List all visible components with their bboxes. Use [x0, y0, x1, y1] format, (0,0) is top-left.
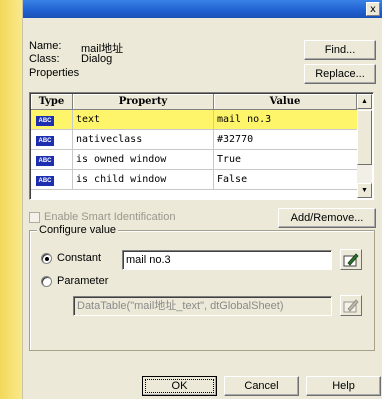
- table-body: ABC text mail no.3 ABC nativeclass #3277…: [31, 110, 357, 190]
- type-cell: ABC: [31, 150, 73, 169]
- parameter-radio[interactable]: [41, 276, 52, 287]
- properties-label: Properties: [29, 67, 80, 79]
- cancel-button-label: Cancel: [244, 380, 279, 392]
- ok-button-label: OK: [171, 380, 188, 392]
- configure-value-legend: Configure value: [37, 224, 119, 236]
- class-label: Class:: [29, 53, 60, 65]
- parameter-label: Parameter: [57, 275, 109, 287]
- constant-edit-button[interactable]: [340, 249, 362, 270]
- properties-table[interactable]: Type Property Value ABC text mail no.3 A…: [29, 92, 374, 200]
- string-type-icon: ABC: [36, 136, 54, 146]
- ok-button[interactable]: OK: [142, 376, 217, 396]
- table-scrollbar[interactable]: ▲ ▼: [357, 94, 372, 198]
- string-type-icon: ABC: [36, 116, 54, 126]
- value-cell: #32770: [217, 134, 254, 145]
- object-properties-dialog: x Name: mail地址 Class: Dialog Properties …: [22, 0, 382, 399]
- column-header-property[interactable]: Property: [73, 94, 214, 110]
- value-cell: mail no.3: [217, 114, 272, 125]
- column-header-type[interactable]: Type: [31, 94, 73, 110]
- table-row[interactable]: ABC text mail no.3: [31, 110, 357, 130]
- help-button[interactable]: Help: [306, 376, 381, 396]
- find-button-label: Find...: [324, 44, 356, 56]
- value-cell: False: [217, 174, 248, 185]
- cancel-button[interactable]: Cancel: [224, 376, 299, 396]
- property-cell: nativeclass: [73, 130, 214, 149]
- scroll-thumb[interactable]: [357, 110, 372, 165]
- type-cell: ABC: [31, 170, 73, 189]
- type-cell: ABC: [31, 110, 73, 129]
- string-type-icon: ABC: [36, 156, 54, 166]
- name-label: Name:: [29, 40, 62, 52]
- parameter-value-input: DataTable("mail地址_text", dtGlobalSheet): [73, 296, 332, 316]
- constant-radio[interactable]: [41, 253, 52, 264]
- scroll-up-arrow-icon[interactable]: ▲: [357, 94, 372, 109]
- background-slide-stripe: [0, 0, 22, 399]
- radio-selected-dot-icon: [45, 257, 49, 261]
- table-header: Type Property Value: [31, 94, 357, 110]
- table-row[interactable]: ABC is child window False: [31, 170, 357, 190]
- property-cell: is child window: [73, 170, 214, 189]
- table-row[interactable]: ABC nativeclass #32770: [31, 130, 357, 150]
- edit-pencil-icon: [343, 253, 359, 267]
- property-cell: is owned window: [73, 150, 214, 169]
- title-bar: x: [23, 0, 382, 18]
- close-button[interactable]: x: [366, 2, 380, 16]
- smart-identification-label: Enable Smart Identification: [44, 211, 176, 223]
- replace-button[interactable]: Replace...: [304, 64, 376, 84]
- string-type-icon: ABC: [36, 176, 54, 186]
- add-remove-button[interactable]: Add/Remove...: [278, 208, 376, 228]
- edit-pencil-icon: [343, 299, 359, 313]
- table-row[interactable]: ABC is owned window True: [31, 150, 357, 170]
- constant-value-input[interactable]: mail no.3: [122, 250, 332, 270]
- parameter-edit-button: [340, 295, 362, 316]
- scroll-down-arrow-icon[interactable]: ▼: [357, 183, 372, 198]
- column-header-value[interactable]: Value: [214, 94, 357, 110]
- find-button[interactable]: Find...: [304, 40, 376, 60]
- help-button-label: Help: [332, 380, 355, 392]
- value-cell: True: [217, 154, 242, 165]
- class-value: Dialog: [81, 53, 113, 65]
- configure-value-group: Configure value Constant mail no.3 Param…: [29, 224, 375, 351]
- constant-label: Constant: [57, 252, 102, 264]
- replace-button-label: Replace...: [315, 68, 365, 80]
- smart-identification-checkbox[interactable]: [29, 212, 40, 223]
- type-cell: ABC: [31, 130, 73, 149]
- add-remove-button-label: Add/Remove...: [290, 212, 364, 224]
- property-cell: text: [73, 110, 214, 129]
